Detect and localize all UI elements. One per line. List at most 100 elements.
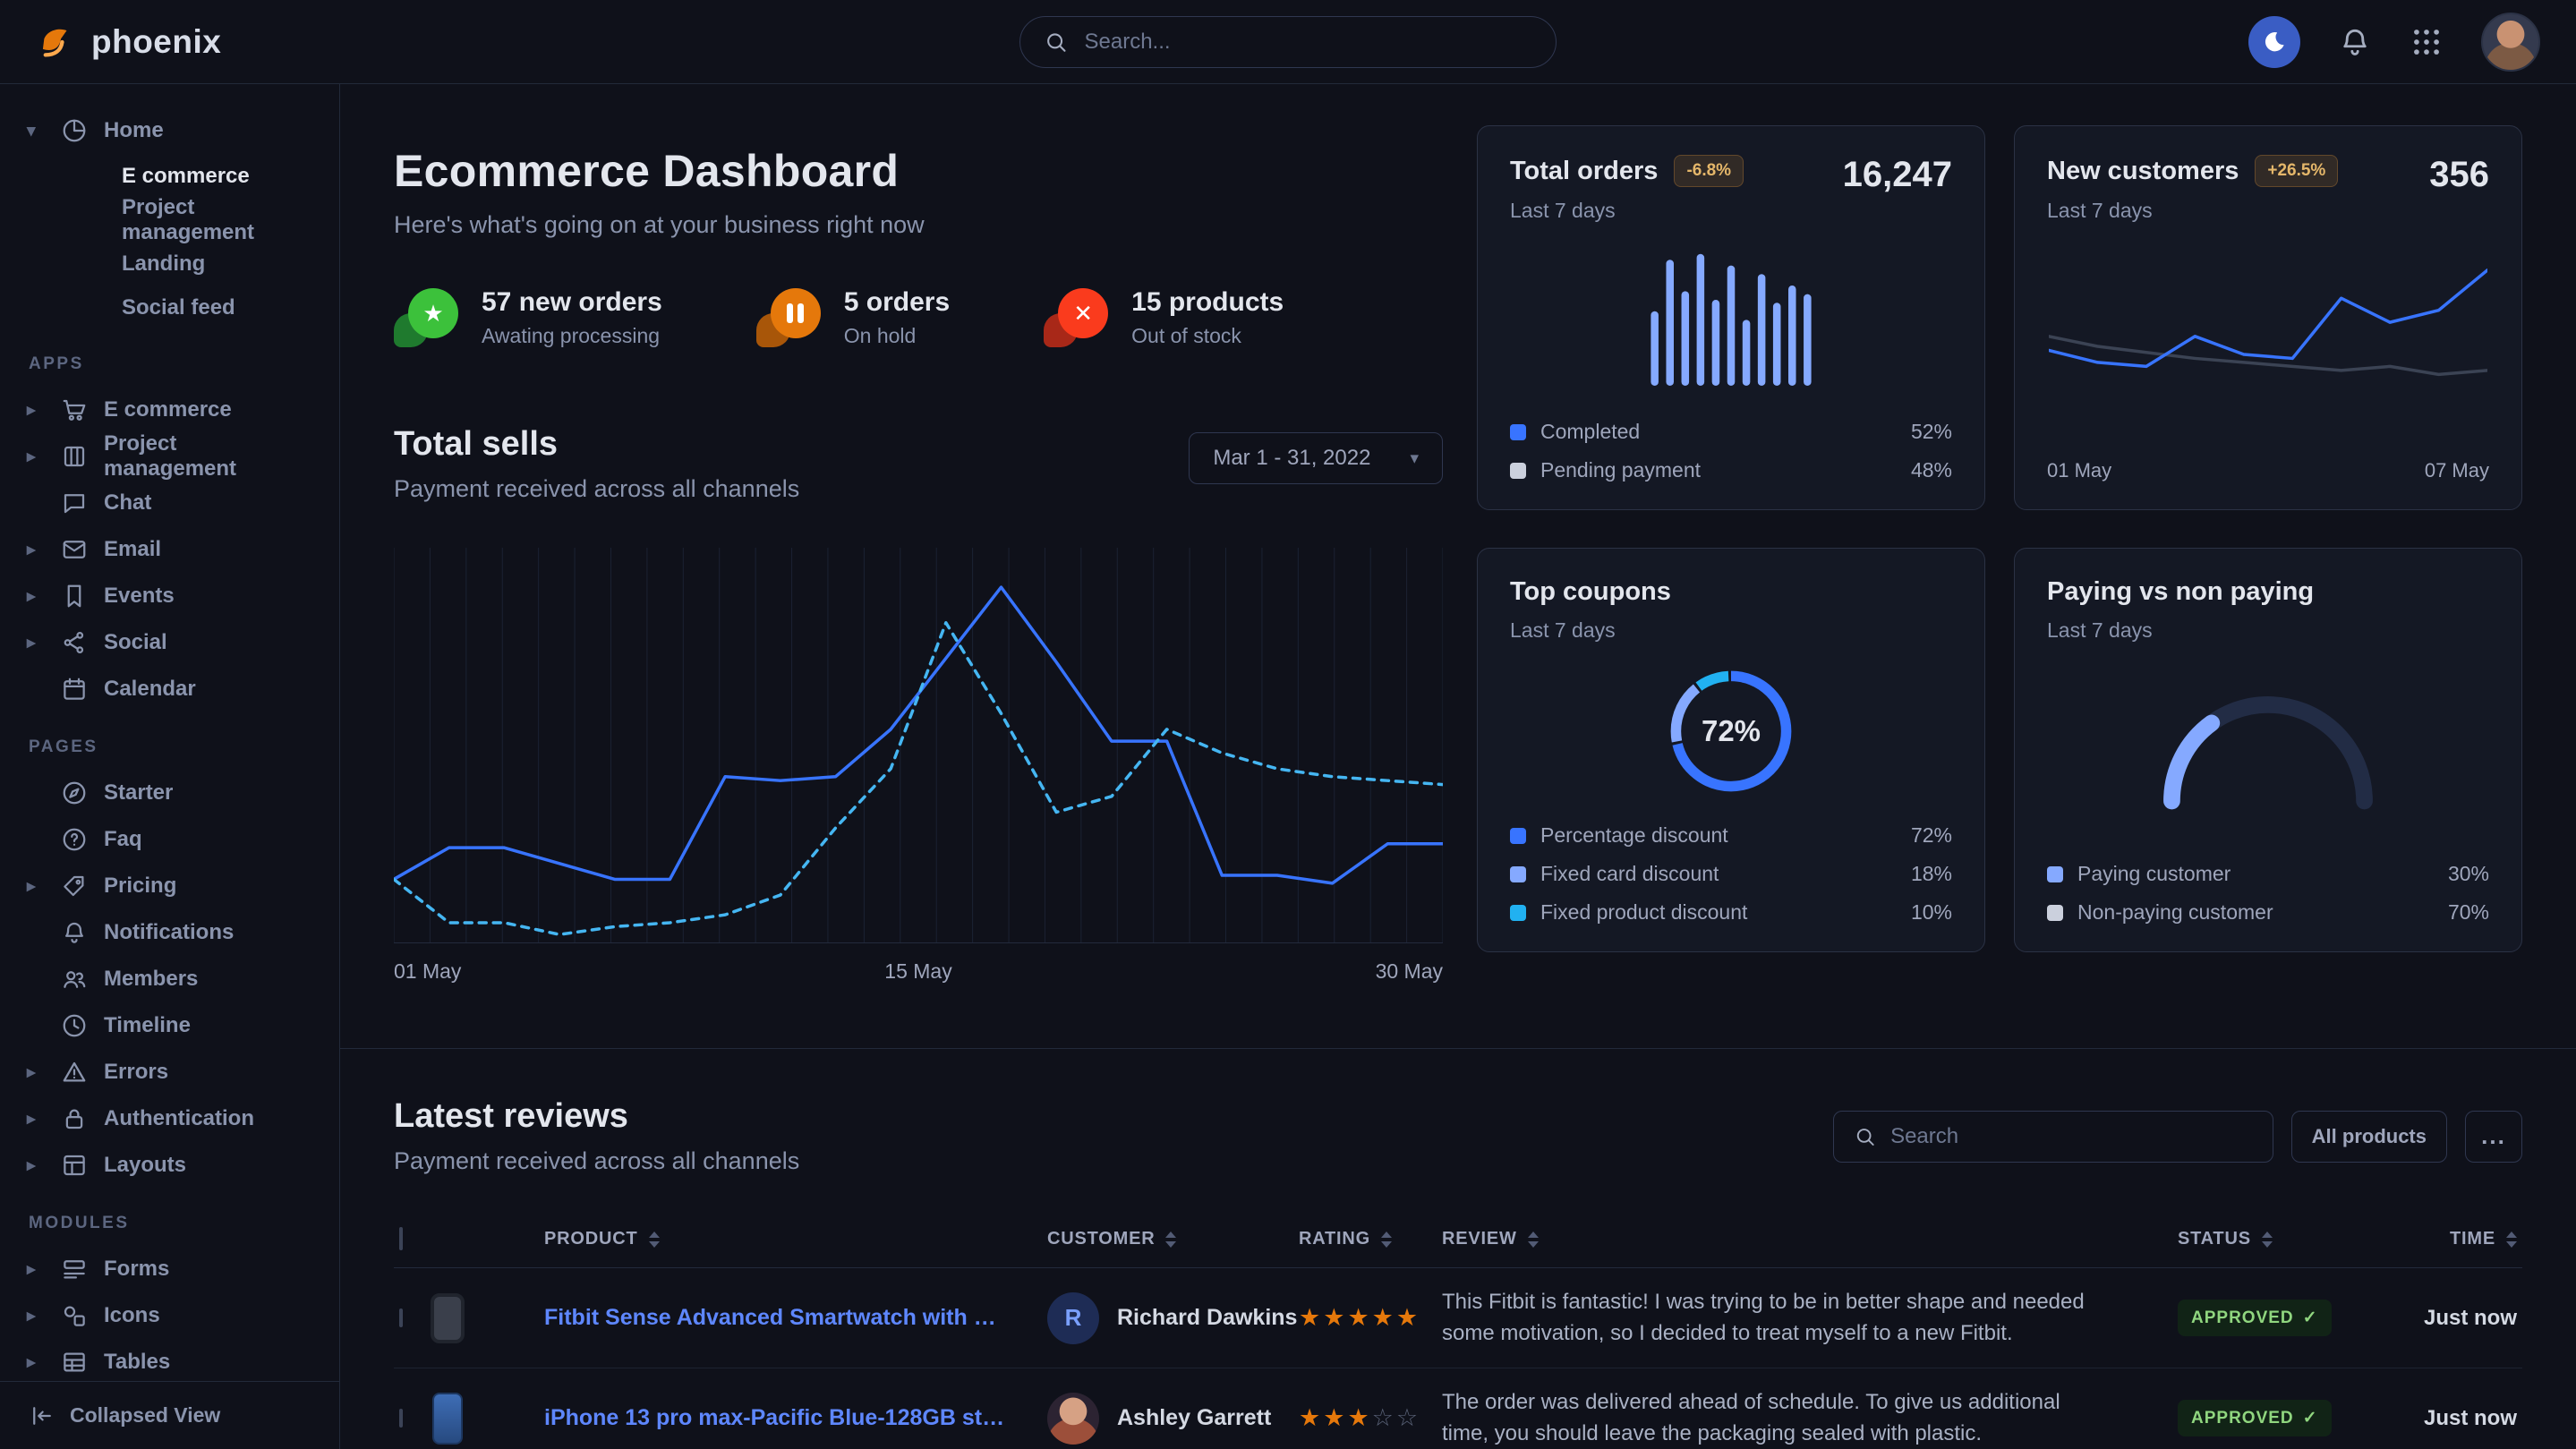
trend-badge: +26.5% xyxy=(2255,155,2338,187)
notifications-bell-icon[interactable] xyxy=(2338,25,2372,59)
stat-new-orders: ★ 57 new orders Awating processing xyxy=(394,287,662,348)
chevron-right-icon: ▸ xyxy=(27,1352,45,1373)
sidebar-item-forms[interactable]: ▸ Forms xyxy=(27,1246,314,1292)
table-row: iPhone 13 pro max-Pacific Blue-128GB sto… xyxy=(394,1368,2522,1449)
customer-avatar: R xyxy=(1047,1292,1099,1344)
global-search[interactable] xyxy=(1019,16,1557,68)
theme-toggle-button[interactable] xyxy=(2248,16,2300,68)
stat-subtitle: Out of stock xyxy=(1131,324,1284,348)
row-checkbox[interactable] xyxy=(399,1409,403,1428)
phoenix-logo-icon xyxy=(36,21,77,63)
card-period: Last 7 days xyxy=(1510,618,1671,643)
sort-icon xyxy=(649,1232,660,1248)
more-options-button[interactable]: ... xyxy=(2465,1111,2522,1163)
product-link[interactable]: iPhone 13 pro max-Pacific Blue-128GB sto… xyxy=(544,1405,1047,1431)
sidebar-item-chat[interactable]: Chat xyxy=(27,480,314,526)
legend-value: 30% xyxy=(2448,862,2489,886)
sidebar-item-ecommerce[interactable]: E commerce xyxy=(27,154,314,198)
latest-reviews-section: Latest reviews Payment received across a… xyxy=(340,1048,2576,1449)
sidebar-item-pricing[interactable]: ▸ Pricing xyxy=(27,863,314,909)
sort-icon xyxy=(2506,1232,2517,1248)
sidebar-item-home[interactable]: ▾ Home xyxy=(27,107,314,154)
rating-stars: ★★★☆☆ xyxy=(1299,1404,1442,1432)
sidebar-item-project-management[interactable]: Project management xyxy=(27,198,314,242)
sidebar-item-tables[interactable]: ▸ Tables xyxy=(27,1339,314,1381)
sidebar-item-label: Authentication xyxy=(104,1106,254,1131)
legend-label: Paying customer xyxy=(2077,862,2231,886)
sidebar-item-timeline[interactable]: Timeline xyxy=(27,1002,314,1049)
donut-center-label: 72% xyxy=(1650,662,1813,800)
sidebar-item-social-feed[interactable]: Social feed xyxy=(27,286,314,329)
apps-grid-icon[interactable] xyxy=(2410,25,2444,59)
legend-value: 72% xyxy=(1911,823,1952,848)
product-link[interactable]: Fitbit Sense Advanced Smartwatch with To… xyxy=(544,1305,1047,1331)
sidebar-item-events[interactable]: ▸ Events xyxy=(27,573,314,619)
date-range-select[interactable]: Mar 1 - 31, 2022 ▾ xyxy=(1189,432,1443,484)
column-header-status[interactable]: STATUS xyxy=(2178,1229,2366,1249)
row-checkbox[interactable] xyxy=(399,1308,403,1327)
sidebar-item-label: Events xyxy=(104,584,175,609)
reviews-search[interactable] xyxy=(1833,1111,2273,1163)
sidebar-item-calendar[interactable]: Calendar xyxy=(27,666,314,712)
x-label-start: 01 May xyxy=(394,959,461,984)
sort-icon xyxy=(1381,1232,1392,1248)
reviews-search-input[interactable] xyxy=(1890,1124,2253,1149)
chevron-right-icon: ▸ xyxy=(27,540,45,560)
customer-name: Richard Dawkins xyxy=(1117,1305,1297,1331)
form-icon xyxy=(61,1256,88,1283)
sidebar-item-faq[interactable]: Faq xyxy=(27,816,314,863)
legend-label: Percentage discount xyxy=(1540,823,1728,848)
customer-cell[interactable]: Ashley Garrett xyxy=(1047,1393,1299,1445)
stat-title: 15 products xyxy=(1131,287,1284,318)
stat-title: 57 new orders xyxy=(482,287,662,318)
total-orders-card: Total orders -6.8% Last 7 days 16,247 Co… xyxy=(1477,125,1985,510)
sidebar-item-apps-ecommerce[interactable]: ▸ E commerce xyxy=(27,387,314,433)
column-header-time[interactable]: TIME xyxy=(2366,1229,2522,1249)
select-all-checkbox[interactable] xyxy=(399,1227,403,1250)
sidebar-item-notifications[interactable]: Notifications xyxy=(27,909,314,956)
total-orders-value: 16,247 xyxy=(1843,155,1952,195)
cart-icon xyxy=(61,396,88,423)
legend-item: Percentage discount 72% xyxy=(1510,823,1952,848)
sidebar-item-errors[interactable]: ▸ Errors xyxy=(27,1049,314,1095)
top-navbar: phoenix xyxy=(0,0,2576,84)
column-header-customer[interactable]: CUSTOMER xyxy=(1047,1229,1299,1249)
legend-item: Paying customer 30% xyxy=(2047,862,2489,886)
sidebar-item-email[interactable]: ▸ Email xyxy=(27,526,314,573)
section-label-pages: PAGES xyxy=(29,737,314,757)
sidebar-item-layouts[interactable]: ▸ Layouts xyxy=(27,1142,314,1189)
moon-icon xyxy=(2261,29,2288,55)
legend-value: 48% xyxy=(1911,458,1952,482)
sidebar-item-authentication[interactable]: ▸ Authentication xyxy=(27,1095,314,1142)
user-avatar[interactable] xyxy=(2481,13,2540,72)
column-header-product[interactable]: PRODUCT xyxy=(544,1229,1047,1249)
column-header-review[interactable]: REVIEW xyxy=(1442,1229,2178,1249)
sidebar-item-social[interactable]: ▸ Social xyxy=(27,619,314,666)
search-input[interactable] xyxy=(1085,30,1533,55)
sidebar-item-label: Email xyxy=(104,537,161,562)
columns-icon xyxy=(61,443,88,470)
status-badge: APPROVED✓ xyxy=(2178,1300,2332,1336)
customer-name: Ashley Garrett xyxy=(1117,1405,1271,1431)
sort-icon xyxy=(1528,1232,1539,1248)
pause-icon xyxy=(771,288,821,338)
sidebar-item-starter[interactable]: Starter xyxy=(27,770,314,816)
calendar-icon xyxy=(61,676,88,703)
sidebar-item-icons[interactable]: ▸ Icons xyxy=(27,1292,314,1339)
card-title: New customers xyxy=(2047,157,2239,186)
sidebar-item-landing[interactable]: Landing xyxy=(27,242,314,286)
customer-cell[interactable]: R Richard Dawkins xyxy=(1047,1292,1299,1344)
table-header: PRODUCT CUSTOMER RATING REVIEW STATUS TI… xyxy=(394,1211,2522,1268)
column-header-rating[interactable]: RATING xyxy=(1299,1229,1442,1249)
star-icon: ★ xyxy=(408,288,458,338)
brand[interactable]: phoenix xyxy=(36,21,221,63)
stat-subtitle: On hold xyxy=(844,324,950,348)
sidebar-item-members[interactable]: Members xyxy=(27,956,314,1002)
date-range-value: Mar 1 - 31, 2022 xyxy=(1213,446,1370,471)
search-icon xyxy=(1854,1124,1876,1149)
all-products-button[interactable]: All products xyxy=(2291,1111,2447,1163)
sidebar-item-apps-project-management[interactable]: ▸ Project management xyxy=(27,433,314,480)
legend-label: Fixed product discount xyxy=(1540,900,1747,925)
collapsed-view-toggle[interactable]: Collapsed View xyxy=(0,1381,339,1449)
lock-icon xyxy=(61,1105,88,1132)
